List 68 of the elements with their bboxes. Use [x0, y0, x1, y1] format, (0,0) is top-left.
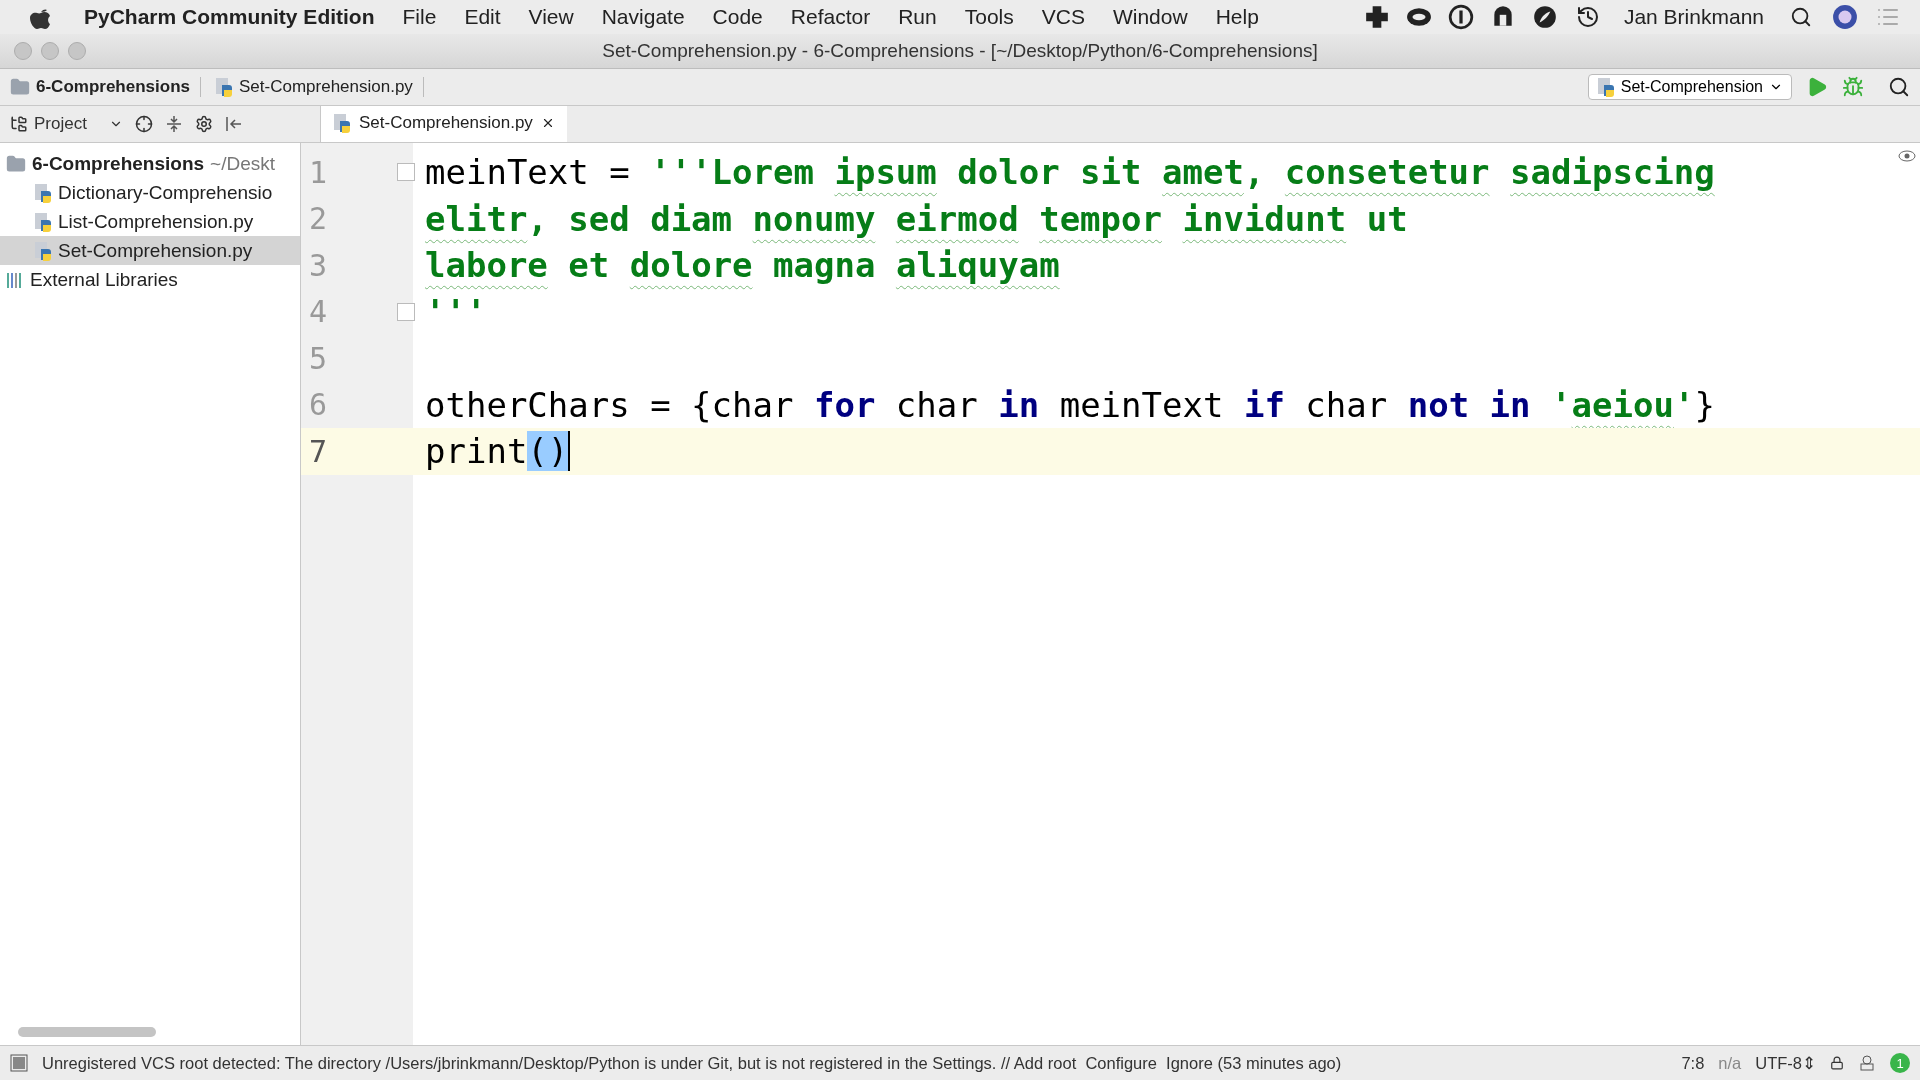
cursor-position[interactable]: 7:8: [1681, 1053, 1705, 1073]
python-file-icon: [215, 77, 233, 97]
search-icon[interactable]: [1790, 6, 1812, 28]
code-line: elitr, sed diam nonumy eirmod tempor invidunt ut: [425, 198, 1408, 239]
path-hint: ~/Deskt: [210, 152, 276, 175]
run-configuration-dropdown[interactable]: Set-Comprehension: [1587, 74, 1792, 100]
python-file-icon: [333, 112, 351, 133]
line-number: 3: [308, 247, 329, 283]
menu-item[interactable]: Refactor: [776, 5, 885, 29]
menu-item[interactable]: VCS: [1027, 5, 1099, 29]
plus-icon[interactable]: [1363, 4, 1390, 30]
tree-icon: [10, 115, 28, 133]
inspector-icon[interactable]: [1858, 1054, 1876, 1072]
app-menu[interactable]: PyCharm Community Edition: [70, 5, 389, 29]
editor-tab[interactable]: Set-Comprehension.py: [321, 106, 567, 142]
collapse-icon[interactable]: [164, 115, 183, 133]
lock-icon[interactable]: [1830, 1056, 1844, 1070]
menu-item[interactable]: Code: [698, 5, 777, 29]
encoding-selector[interactable]: UTF-8⇕: [1755, 1053, 1816, 1073]
menu-item[interactable]: Tools: [950, 5, 1028, 29]
menu-item[interactable]: Run: [884, 5, 951, 29]
status-message: Unregistered VCS root detected: The directory /Users/jbrinkmann/Desktop/Python is under Git, but is not registered in the Settings. // Add root Configure Ignore (53 minutes ago): [42, 1053, 1342, 1073]
window-title: Set-Comprehension.py - 6-Comprehensions - [~/Desktop/Python/6-Comprehensions]: [601, 40, 1319, 62]
menu-item[interactable]: View: [514, 5, 588, 29]
fold-marker[interactable]: [397, 163, 415, 182]
settings-icon[interactable]: [194, 115, 213, 133]
python-file-icon: [34, 211, 52, 232]
menu-item[interactable]: Navigate: [587, 5, 699, 29]
search-icon[interactable]: [1888, 76, 1910, 98]
user-name[interactable]: Jan Brinkmann: [1609, 5, 1778, 29]
menu-item[interactable]: Help: [1201, 5, 1273, 29]
tree-item[interactable]: Set-Comprehension.py: [0, 236, 300, 265]
avatar-icon[interactable]: [1832, 4, 1858, 30]
menu-item[interactable]: Edit: [450, 5, 515, 29]
folder-icon: [6, 153, 26, 174]
code-line: print(): [425, 431, 571, 472]
status-field: n/a: [1718, 1053, 1742, 1073]
tree-item[interactable]: Dictionary-Comprehensio: [0, 178, 300, 207]
hide-panel-icon[interactable]: [224, 115, 243, 133]
code-line: labore et dolore magna aliquyam: [425, 245, 1060, 286]
line-number: 6: [308, 387, 329, 423]
locate-icon[interactable]: [134, 115, 153, 133]
line-number: 5: [308, 340, 329, 376]
menu-item[interactable]: File: [388, 5, 451, 29]
python-file-icon: [34, 182, 52, 203]
leaf-icon[interactable]: [1531, 4, 1558, 30]
python-file-icon: [1596, 77, 1615, 97]
history-icon[interactable]: [1575, 5, 1600, 29]
fold-marker[interactable]: [397, 302, 415, 321]
library-icon: [6, 270, 24, 289]
tree-item[interactable]: External Libraries: [0, 265, 300, 294]
line-number: 1: [308, 154, 329, 190]
code-line: ''': [425, 291, 487, 332]
line-number: 4: [308, 294, 329, 330]
panel-toggle-icon[interactable]: [10, 1054, 28, 1072]
code-line: otherChars = {char for char in meinText if char not in 'aeiou'}: [425, 384, 1715, 425]
menu-item[interactable]: Window: [1098, 5, 1202, 29]
code-line: meinText = '''Lorem ipsum dolor sit amet, consetetur sadipscing: [425, 152, 1715, 193]
folder-icon: [10, 77, 30, 97]
line-number: 2: [308, 201, 329, 237]
info-icon[interactable]: [1447, 4, 1474, 30]
tree-item[interactable]: 6-Comprehensions ~/Deskt: [0, 149, 300, 178]
project-view-dropdown[interactable]: Project: [10, 114, 123, 134]
python-file-icon: [34, 240, 52, 261]
breadcrumb[interactable]: 6-Comprehensions: [10, 77, 201, 97]
eye-icon[interactable]: [1898, 149, 1916, 163]
tree-item[interactable]: List-Comprehension.py: [0, 207, 300, 236]
breadcrumb[interactable]: Set-Comprehension.py: [215, 77, 424, 97]
